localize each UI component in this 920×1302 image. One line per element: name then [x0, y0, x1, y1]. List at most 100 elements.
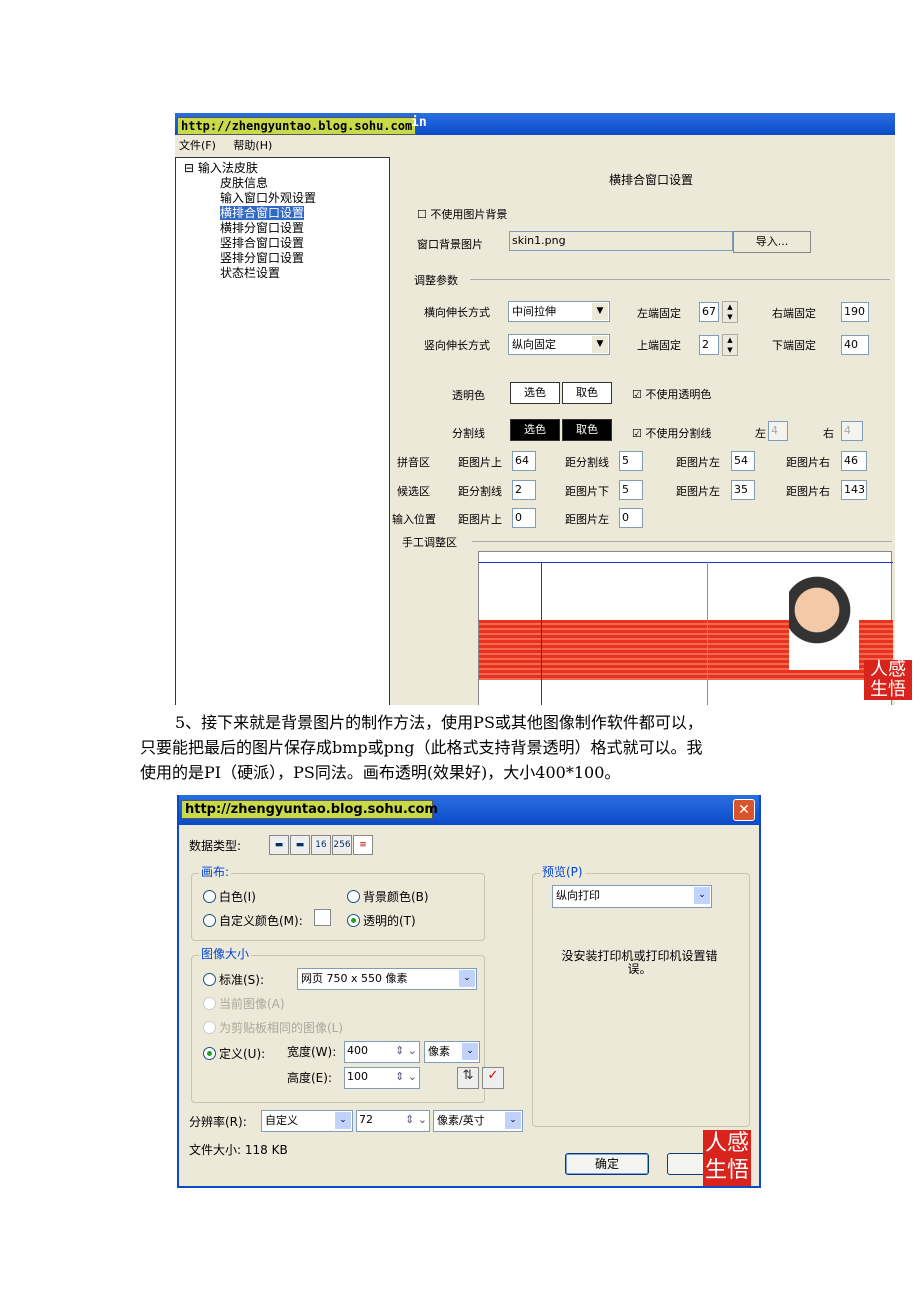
- panel-title: 横排合窗口设置: [609, 173, 694, 187]
- black-white-icon[interactable]: ▬: [269, 835, 289, 855]
- unit-select[interactable]: 像素 ⌄: [424, 1041, 480, 1063]
- chevron-down-icon: ⌄: [694, 887, 710, 904]
- divider-right-label: 右: [823, 427, 834, 440]
- chevron-down-icon: ⌄: [459, 970, 475, 987]
- import-button[interactable]: 导入...: [733, 231, 811, 253]
- height-input[interactable]: 100 ⇕ ⌄: [344, 1067, 420, 1089]
- menu-help[interactable]: 帮助(H): [233, 139, 272, 152]
- current-image-radio: 当前图像(A): [203, 995, 285, 1012]
- body-paragraph: 5、接下来就是背景图片的制作方法，使用PS或其他图像制作软件都可以， 只要能把最…: [140, 710, 800, 785]
- standard-radio[interactable]: 标准(S):: [203, 971, 264, 988]
- dist-label: 距图片下: [565, 485, 609, 498]
- divider: [470, 279, 890, 280]
- tree-item[interactable]: 状态栏设置: [184, 266, 389, 281]
- tree-item[interactable]: 竖排分窗口设置: [184, 251, 389, 266]
- dist-label: 距图片左: [565, 513, 609, 526]
- transparent-take-button[interactable]: 取色: [562, 382, 612, 404]
- left-fixed-input[interactable]: 67: [699, 302, 719, 322]
- dist-label: 距图片右: [786, 456, 830, 469]
- bottom-fixed-input[interactable]: 40: [841, 335, 869, 355]
- grayscale-icon[interactable]: ▬: [290, 835, 310, 855]
- top-fixed-input[interactable]: 2: [699, 335, 719, 355]
- preview-select[interactable]: 纵向打印 ⌄: [552, 885, 712, 908]
- 256-color-button[interactable]: 256: [332, 835, 352, 855]
- no-divider-checkbox[interactable]: ☑ 不使用分割线: [632, 425, 711, 441]
- input-pos-label: 输入位置: [392, 513, 436, 526]
- spinner[interactable]: ▲ ▼: [722, 334, 738, 356]
- seal-stamp: 人感 生悟: [864, 660, 912, 700]
- pinyin-left-input[interactable]: 54: [731, 451, 755, 471]
- bottom-fixed-label: 下端固定: [772, 339, 816, 352]
- tree-item-selected[interactable]: 横排合窗口设置: [184, 206, 389, 221]
- cand-right-input[interactable]: 143: [841, 480, 867, 500]
- cand-left-input[interactable]: 35: [731, 480, 755, 500]
- bg-file-field[interactable]: skin1.png: [509, 231, 733, 251]
- h-stretch-select[interactable]: 中间拉伸 ▼: [508, 301, 610, 322]
- top-fixed-label: 上端固定: [637, 339, 681, 352]
- tree-item[interactable]: 竖排合窗口设置: [184, 236, 389, 251]
- preview-group-title: 预览(P): [540, 863, 585, 880]
- true-color-icon[interactable]: ≡: [353, 835, 373, 855]
- paragraph-line: 只要能把最后的图片保存成bmp或png（此格式支持背景透明）格式就可以。我: [140, 738, 703, 757]
- adjust-group-label: 调整参数: [414, 274, 458, 287]
- pinyin-div-input[interactable]: 5: [619, 451, 643, 471]
- custom-color-swatch[interactable]: [314, 909, 331, 926]
- h-stretch-label: 横向伸长方式: [424, 306, 490, 319]
- guide-line[interactable]: [707, 562, 708, 705]
- skin-editor-screenshot: http://zhengyuntao.blog.sohu.com in 文件(F…: [175, 113, 895, 705]
- divider-right-input[interactable]: 4: [841, 421, 863, 441]
- resolution-input[interactable]: 72 ⇕ ⌄: [356, 1110, 430, 1132]
- bg-color-radio[interactable]: 背景颜色(B): [347, 888, 429, 905]
- ok-button[interactable]: 确定: [565, 1153, 649, 1175]
- cand-bottom-input[interactable]: 5: [619, 480, 643, 500]
- pinyin-right-input[interactable]: 46: [841, 451, 867, 471]
- 16-color-button[interactable]: 16: [311, 835, 331, 855]
- cand-label: 候选区: [397, 485, 430, 498]
- divider-label: 分割线: [452, 427, 485, 440]
- paragraph-line: 使用的是PI（硬派），PS同法。画布透明(效果好)，大小400*100。: [140, 763, 621, 782]
- spinner[interactable]: ▲ ▼: [722, 301, 738, 323]
- divider-take-button[interactable]: 取色: [562, 419, 612, 441]
- transparent-label: 透明色: [452, 389, 485, 402]
- pinyin-top-input[interactable]: 64: [512, 451, 536, 471]
- tree-item[interactable]: 输入窗口外观设置: [184, 191, 389, 206]
- no-bg-checkbox[interactable]: ☐ 不使用图片背景: [417, 206, 507, 222]
- divider-left-input[interactable]: 4: [768, 421, 788, 441]
- skin-tree: ⊟ 输入法皮肤 皮肤信息 输入窗口外观设置 横排合窗口设置 横排分窗口设置 竖排…: [175, 157, 390, 705]
- no-transparent-checkbox[interactable]: ☑ 不使用透明色: [632, 386, 711, 402]
- transparent-pick-button[interactable]: 选色: [510, 382, 560, 404]
- close-button[interactable]: ✕: [733, 799, 755, 821]
- divider-left-label: 左: [755, 427, 766, 440]
- pinyin-label: 拼音区: [397, 456, 430, 469]
- divider-pick-button[interactable]: 选色: [510, 419, 560, 441]
- cand-div-input[interactable]: 2: [512, 480, 536, 500]
- dist-label: 距图片右: [786, 485, 830, 498]
- resolution-preset-select[interactable]: 自定义 ⌄: [261, 1110, 353, 1132]
- chevron-down-icon: ▼: [592, 303, 608, 320]
- tree-item[interactable]: 皮肤信息: [184, 176, 389, 191]
- menu-file[interactable]: 文件(F): [179, 139, 216, 152]
- keep-ratio-checkbox[interactable]: ✓: [482, 1067, 504, 1089]
- manual-adjust-canvas[interactable]: [478, 551, 893, 705]
- canvas-group-title: 画布:: [199, 863, 232, 880]
- width-input[interactable]: 400 ⇕ ⌄: [344, 1041, 420, 1063]
- tree-root[interactable]: ⊟ 输入法皮肤: [184, 161, 389, 176]
- tree-item[interactable]: 横排分窗口设置: [184, 221, 389, 236]
- input-pos-left-input[interactable]: 0: [619, 508, 643, 528]
- dist-label: 距图片上: [458, 513, 502, 526]
- custom-color-radio[interactable]: 自定义颜色(M):: [203, 912, 303, 929]
- white-radio[interactable]: 白色(I): [203, 888, 256, 905]
- child-photo: [789, 570, 859, 670]
- standard-size-select[interactable]: 网页 750 x 550 像素 ⌄: [297, 968, 477, 990]
- input-pos-top-input[interactable]: 0: [512, 508, 536, 528]
- data-type-label: 数据类型:: [189, 839, 242, 853]
- custom-size-radio[interactable]: 定义(U):: [203, 1045, 265, 1062]
- guide-line[interactable]: [541, 562, 542, 705]
- swap-dimensions-button[interactable]: ⇅: [457, 1067, 479, 1089]
- resolution-unit-select[interactable]: 像素/英寸 ⌄: [433, 1110, 523, 1132]
- v-stretch-select[interactable]: 纵向固定 ▼: [508, 334, 610, 355]
- canvas-group: [191, 873, 485, 941]
- right-fixed-input[interactable]: 190: [841, 302, 869, 322]
- chevron-down-icon: ⌄: [335, 1112, 351, 1129]
- transparent-radio[interactable]: 透明的(T): [347, 912, 416, 929]
